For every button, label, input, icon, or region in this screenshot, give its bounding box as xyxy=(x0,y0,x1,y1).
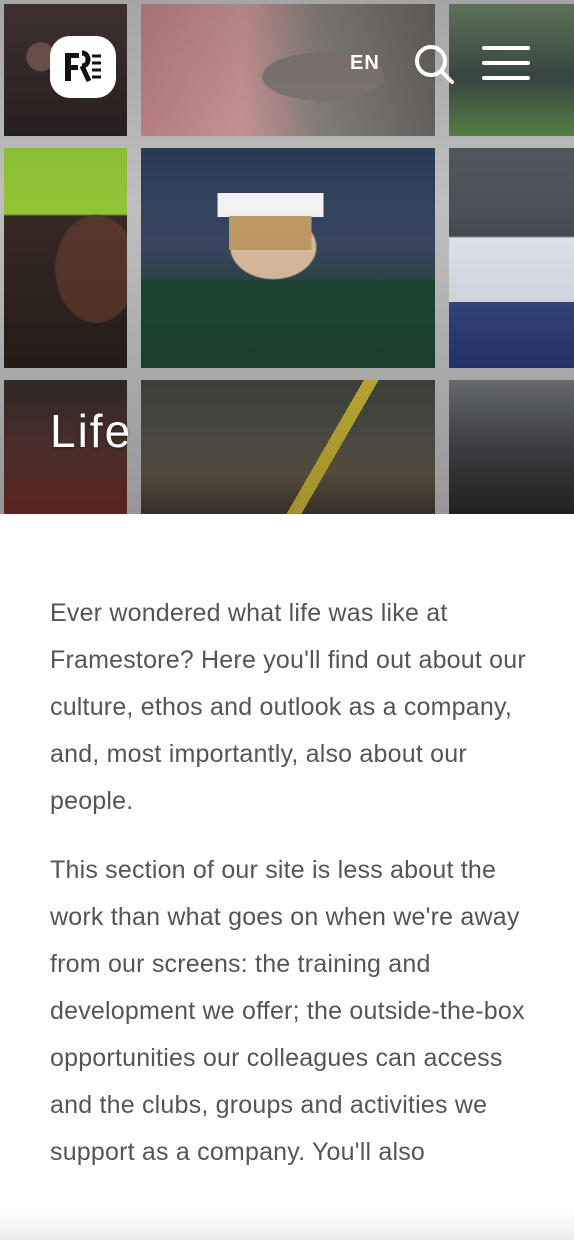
intro-section: Ever wondered what life was like at Fram… xyxy=(50,590,540,1198)
page: EN Life Ever wondered what life was like… xyxy=(0,0,574,1240)
search-icon xyxy=(415,45,454,84)
search-button[interactable] xyxy=(413,43,455,85)
page-title: Life xyxy=(50,405,133,457)
hamburger-menu-button[interactable] xyxy=(482,44,530,82)
collage-photo-presenter xyxy=(4,148,127,368)
intro-paragraph: Ever wondered what life was like at Fram… xyxy=(50,599,526,815)
hamburger-menu-icon-bar xyxy=(482,61,530,65)
collage-photo-yoga-room xyxy=(141,380,435,514)
framestore-logo[interactable] xyxy=(50,36,116,98)
collage-photo-sculpting xyxy=(141,4,435,136)
bottom-fade xyxy=(0,1210,574,1240)
collage-photo-workshop xyxy=(449,380,574,514)
collage-photo-sports-team xyxy=(449,148,574,368)
hero-collage: EN Life xyxy=(0,0,574,514)
language-selector[interactable]: EN xyxy=(350,52,380,75)
collage-photo-vr-headset xyxy=(141,148,435,368)
hamburger-menu-icon-bar xyxy=(482,46,530,50)
hamburger-menu-icon-bar xyxy=(482,76,530,80)
framestore-logo-icon xyxy=(65,50,101,83)
intro-paragraph: This section of our site is less about t… xyxy=(50,856,525,1166)
